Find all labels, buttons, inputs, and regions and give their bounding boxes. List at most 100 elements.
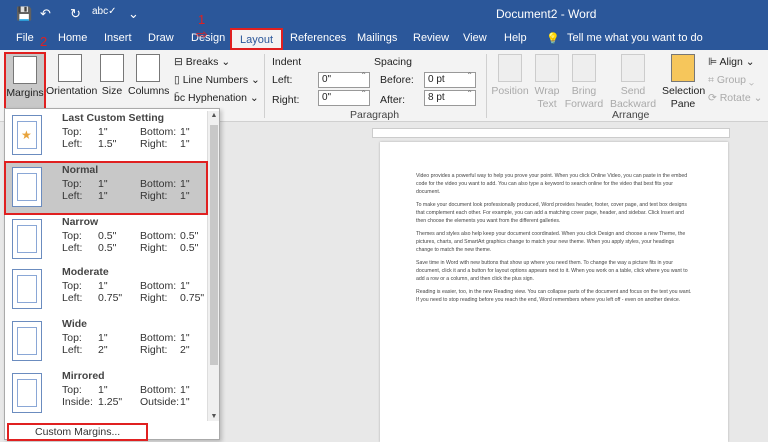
margin-option[interactable]: ★ Last Custom Setting Top: 1" Bottom: 1" Left:… xyxy=(6,111,206,161)
tab-review[interactable]: Review xyxy=(413,32,449,44)
size-label: Size xyxy=(101,85,123,97)
arrow-annotation-icon: ⇨ xyxy=(196,26,208,42)
indent-right-input[interactable]: 0" xyxy=(318,89,370,106)
spacing-before-input[interactable]: 0 pt xyxy=(424,71,476,88)
tab-layout[interactable]: Layout xyxy=(230,28,284,50)
margins-button[interactable]: Margins xyxy=(4,52,46,110)
send-backward-icon xyxy=(621,54,645,82)
scroll-down-icon[interactable]: ▼ xyxy=(208,413,220,420)
margin-option[interactable]: Wide Top: 1" Bottom: 1" Left: 2" Right: 2" xyxy=(6,317,206,367)
tab-references[interactable]: References xyxy=(290,32,346,44)
margin-value: Right: xyxy=(140,242,168,254)
margin-preview-icon xyxy=(12,373,42,413)
position-label: Position xyxy=(491,85,529,97)
tab-file[interactable]: File xyxy=(16,32,34,44)
margin-value: Top: xyxy=(62,280,82,292)
indent-left-input[interactable]: 0" xyxy=(318,71,370,88)
size-icon xyxy=(100,54,124,82)
size-button[interactable]: Size xyxy=(100,54,124,98)
margin-value: 1" xyxy=(98,190,108,202)
tab-insert[interactable]: Insert xyxy=(104,32,132,44)
scrollbar[interactable]: ▲ ▼ xyxy=(207,111,219,421)
undo-icon[interactable]: ↶ xyxy=(40,6,51,22)
position-icon xyxy=(498,54,522,82)
rotate-button[interactable]: ⟳ Rotate ⌄ xyxy=(708,92,762,104)
save-icon[interactable]: 💾 xyxy=(16,6,32,22)
position-button[interactable]: Position xyxy=(490,54,530,98)
divider xyxy=(264,54,265,118)
selection-pane-icon xyxy=(671,54,695,82)
margin-option[interactable]: Normal Top: 1" Bottom: 1" Left: 1" Right: 1" xyxy=(4,161,208,215)
margin-value: Top: xyxy=(62,126,82,138)
horizontal-ruler[interactable] xyxy=(372,128,730,138)
spacing-after-input[interactable]: 8 pt xyxy=(424,89,476,106)
margin-value: 1" xyxy=(98,126,108,138)
margin-value: 0.5" xyxy=(180,230,199,242)
tab-view[interactable]: View xyxy=(463,32,487,44)
margin-value: Outside: xyxy=(140,396,180,408)
group-button[interactable]: ⌗ Group ⌄ xyxy=(708,74,754,87)
orientation-label: Orientation xyxy=(46,85,98,97)
customize-qat-icon[interactable]: ⌄ xyxy=(128,6,139,22)
wrap-text-button[interactable]: Wrap Text xyxy=(532,54,562,111)
align-label: Align xyxy=(719,56,743,68)
spacing-heading: Spacing xyxy=(374,56,412,68)
group-label: Group xyxy=(716,74,747,86)
send-backward-label: Send Backward xyxy=(609,85,657,110)
hyphenation-button[interactable]: b̄c Hyphenation ⌄ xyxy=(174,92,259,104)
margins-label: Margins xyxy=(6,87,44,99)
scroll-thumb[interactable] xyxy=(210,125,218,365)
document-page[interactable]: Video provides a powerful way to help yo… xyxy=(380,142,728,442)
margin-value: Right: xyxy=(140,138,168,150)
divider xyxy=(486,54,487,118)
tab-mailings[interactable]: Mailings xyxy=(357,32,397,44)
selection-pane-label: Selection Pane xyxy=(662,85,706,110)
line-numbers-button[interactable]: ▯ Line Numbers ⌄ xyxy=(174,74,260,86)
margin-option[interactable]: Moderate Top: 1" Bottom: 1" Left: 0.75" Right: 0… xyxy=(6,265,206,315)
margin-value: Bottom: xyxy=(140,332,177,344)
spelling-icon[interactable]: abc✓ xyxy=(92,6,117,17)
margin-value: 1" xyxy=(180,178,190,190)
margin-value: Right: xyxy=(140,344,168,356)
margin-option[interactable]: Narrow Top: 0.5" Bottom: 0.5" Left: 0.5" Right:… xyxy=(6,215,206,265)
orientation-button[interactable]: Orientation xyxy=(46,54,98,98)
tab-draw[interactable]: Draw xyxy=(148,32,174,44)
redo-icon[interactable]: ↻ xyxy=(70,6,81,22)
align-button[interactable]: ⊫ Align ⌄ xyxy=(708,56,755,68)
arrange-group-label: Arrange xyxy=(612,109,650,121)
hyphenation-label: Hyphenation xyxy=(188,92,247,104)
margin-value: 1" xyxy=(98,280,108,292)
tell-me-search[interactable]: Tell me what you want to do xyxy=(567,32,703,44)
line-numbers-label: Line Numbers xyxy=(182,74,249,86)
margin-value: Top: xyxy=(62,384,82,396)
margin-value: Right: xyxy=(140,190,168,202)
tab-home[interactable]: Home xyxy=(58,32,87,44)
columns-icon xyxy=(136,54,160,82)
selection-pane-button[interactable]: Selection Pane xyxy=(662,54,706,111)
margin-value: Bottom: xyxy=(140,178,177,190)
bring-forward-icon xyxy=(572,54,596,82)
margin-value: 0.75" xyxy=(180,292,205,304)
margin-value: Bottom: xyxy=(140,280,177,292)
margin-option[interactable]: Mirrored Top: 1" Bottom: 1" Inside: 1.25" Outsi… xyxy=(6,369,206,419)
columns-button[interactable]: Columns xyxy=(128,54,169,98)
margin-value: 1" xyxy=(98,384,108,396)
window-title: Document2 - Word xyxy=(496,7,597,21)
bring-forward-button[interactable]: Bring Forward xyxy=(562,54,606,111)
margin-value: Bottom: xyxy=(140,230,177,242)
margin-value: Left: xyxy=(62,190,83,202)
margin-value: 1" xyxy=(180,280,190,292)
margin-value: 1" xyxy=(180,384,190,396)
orientation-icon xyxy=(58,54,82,82)
scroll-up-icon[interactable]: ▲ xyxy=(208,112,220,119)
margin-value: 0.75" xyxy=(98,292,123,304)
wrap-text-icon xyxy=(535,54,559,82)
paragraph: Save time in Word with new buttons that … xyxy=(416,260,688,282)
margin-value: 1" xyxy=(98,178,108,190)
tab-help[interactable]: Help xyxy=(504,32,527,44)
send-backward-button[interactable]: Send Backward xyxy=(608,54,658,111)
spacing-after-label: After: xyxy=(380,94,406,106)
margin-value: 2" xyxy=(98,344,108,356)
breaks-button[interactable]: ⊟ Breaks ⌄ xyxy=(174,56,230,68)
custom-margins-button[interactable]: Custom Margins... xyxy=(7,423,149,441)
